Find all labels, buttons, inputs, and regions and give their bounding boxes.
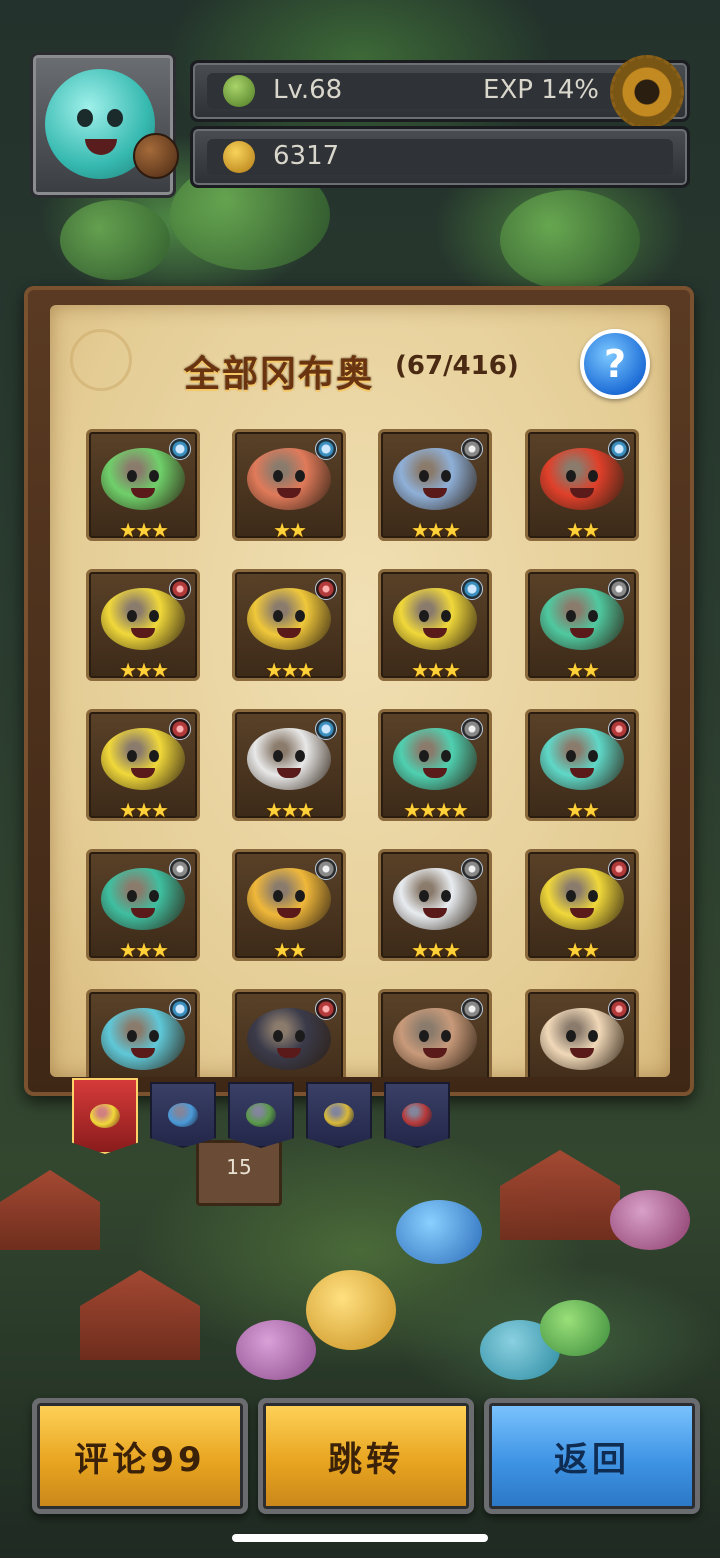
star-rating: ★★★ bbox=[119, 658, 169, 682]
sword-type-icon bbox=[608, 578, 630, 600]
tab-gumball-icon bbox=[324, 1103, 354, 1127]
village-signpost: 15 bbox=[196, 1140, 282, 1206]
currency-bar: 6317 bbox=[190, 126, 690, 188]
tab-green[interactable] bbox=[228, 1082, 294, 1148]
gumball-card-teal-gumball[interactable] bbox=[86, 989, 200, 1077]
gumball-card-armored-gumball[interactable] bbox=[378, 989, 492, 1077]
water-type-icon bbox=[315, 438, 337, 460]
gumball-card-beige-gumball[interactable] bbox=[525, 989, 639, 1077]
sword-type-icon bbox=[461, 718, 483, 740]
star-rating: ★★ bbox=[566, 938, 600, 962]
fire-type-icon bbox=[315, 578, 337, 600]
gumball-card-purple-hat-gumball[interactable]: ★★★ bbox=[86, 569, 200, 682]
gumball-card-ice-king-gumball[interactable]: ★★★ bbox=[378, 429, 492, 542]
gumball-card-blue-knight-gumball[interactable]: ★★ bbox=[232, 849, 346, 962]
star-rating: ★★★ bbox=[119, 798, 169, 822]
currency-amount: 6317 bbox=[273, 141, 340, 171]
home-indicator[interactable] bbox=[232, 1534, 488, 1542]
village-statue bbox=[306, 1270, 396, 1350]
star-rating: ★★ bbox=[273, 938, 307, 962]
star-rating: ★★ bbox=[566, 658, 600, 682]
village-gumball[interactable] bbox=[540, 1300, 610, 1356]
village-gumball[interactable] bbox=[610, 1190, 690, 1250]
gumball-card-bunny-helmet-gumball[interactable]: ★★★ bbox=[232, 569, 346, 682]
collection-panel: 全部冈布奥 (67/416) ? ★★★ ★★ ★★★ ★★ ★★★ ★★★ ★★★ ★★ ★★… bbox=[50, 305, 670, 1077]
fire-type-icon bbox=[169, 578, 191, 600]
tab-all[interactable] bbox=[72, 1078, 138, 1154]
star-rating: ★★★ bbox=[411, 518, 461, 542]
tab-gumball-icon bbox=[246, 1103, 276, 1127]
water-type-icon bbox=[169, 438, 191, 460]
star-rating: ★★ bbox=[566, 518, 600, 542]
gear-icon[interactable] bbox=[610, 55, 684, 129]
exp-text: EXP 14% bbox=[483, 75, 599, 105]
gumball-card-witch-gumball[interactable]: ★★ bbox=[525, 709, 639, 822]
water-type-icon bbox=[461, 578, 483, 600]
star-rating: ★★★ bbox=[265, 658, 315, 682]
fire-type-icon bbox=[608, 998, 630, 1020]
gumball-card-warrior-gumball[interactable]: ★★★ bbox=[378, 849, 492, 962]
avatar-ball-icon bbox=[133, 133, 179, 179]
comment-button[interactable]: 评论99 bbox=[32, 1398, 248, 1514]
gumball-card-green-cloud-gumball[interactable]: ★★★ bbox=[86, 429, 200, 542]
gumball-card-dark-knight-gumball[interactable]: ★★ bbox=[525, 569, 639, 682]
gumball-card-lava-gumball[interactable]: ★★ bbox=[525, 429, 639, 542]
gumball-card-bat-gumball[interactable]: ★★★ bbox=[86, 849, 200, 962]
star-rating: ★★★ bbox=[119, 938, 169, 962]
water-type-icon bbox=[169, 998, 191, 1020]
star-rating: ★★★ bbox=[411, 938, 461, 962]
tab-gold[interactable] bbox=[306, 1082, 372, 1148]
fire-type-icon bbox=[608, 718, 630, 740]
water-type-icon bbox=[315, 718, 337, 740]
beanstalk-leaf bbox=[60, 200, 170, 280]
collection-count: (67/416) bbox=[395, 351, 519, 381]
star-rating: ★★ bbox=[566, 798, 600, 822]
gumball-card-pirate-gumball[interactable]: ★★★ bbox=[378, 569, 492, 682]
tab-red[interactable] bbox=[384, 1082, 450, 1148]
tab-gumball-icon bbox=[402, 1103, 432, 1127]
star-rating: ★★★★ bbox=[403, 798, 469, 822]
back-button[interactable]: 返回 bbox=[484, 1398, 700, 1514]
seal-emblem bbox=[70, 329, 132, 391]
fire-type-icon bbox=[315, 998, 337, 1020]
fruit-icon bbox=[223, 141, 255, 173]
gumball-card-hat-gumball[interactable] bbox=[232, 989, 346, 1077]
village-gumball[interactable] bbox=[236, 1320, 316, 1380]
sword-type-icon bbox=[461, 998, 483, 1020]
leaf-icon bbox=[223, 75, 255, 107]
help-button[interactable]: ? bbox=[580, 329, 650, 399]
fire-type-icon bbox=[169, 718, 191, 740]
gumball-card-gentleman-gumball[interactable]: ★★★ bbox=[86, 709, 200, 822]
player-avatar-frame[interactable] bbox=[30, 52, 179, 198]
tab-gumball-icon bbox=[168, 1103, 198, 1127]
beanstalk-leaf bbox=[500, 190, 640, 290]
gumball-card-coral-gumball[interactable]: ★★ bbox=[232, 429, 346, 542]
sword-type-icon bbox=[315, 858, 337, 880]
star-rating: ★★★ bbox=[411, 658, 461, 682]
sword-type-icon bbox=[169, 858, 191, 880]
sword-type-icon bbox=[461, 858, 483, 880]
sword-type-icon bbox=[461, 438, 483, 460]
tab-blue[interactable] bbox=[150, 1082, 216, 1148]
level-text: Lv.68 bbox=[273, 75, 343, 105]
gumball-card-crusader-gumball[interactable]: ★★★★ bbox=[378, 709, 492, 822]
star-rating: ★★★ bbox=[119, 518, 169, 542]
gumball-card-samurai-gumball[interactable]: ★★★ bbox=[232, 709, 346, 822]
gumball-card-mechanic-gumball[interactable]: ★★ bbox=[525, 849, 639, 962]
panel-title: 全部冈布奥 bbox=[184, 354, 375, 395]
tab-gumball-icon bbox=[90, 1104, 120, 1128]
star-rating: ★★★ bbox=[265, 798, 315, 822]
jump-button[interactable]: 跳转 bbox=[258, 1398, 474, 1514]
star-rating: ★★ bbox=[273, 518, 307, 542]
fire-type-icon bbox=[608, 858, 630, 880]
water-type-icon bbox=[608, 438, 630, 460]
village-gumball[interactable] bbox=[396, 1200, 482, 1264]
